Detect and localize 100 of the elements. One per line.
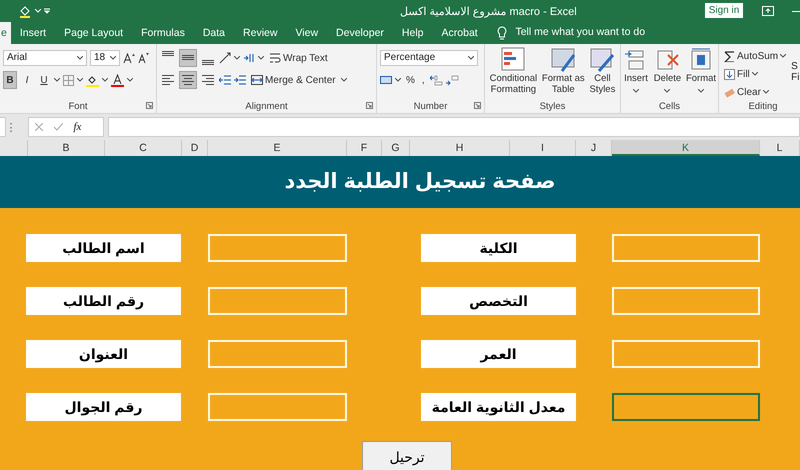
- bold-button[interactable]: B: [3, 71, 17, 89]
- number-format-field[interactable]: Percentage: [380, 50, 478, 66]
- text-direction-icon[interactable]: [243, 53, 255, 63]
- eraser-icon: [724, 86, 735, 98]
- table-style-icon: [550, 47, 576, 73]
- group-label: Editing: [748, 101, 778, 113]
- caret-icon: [698, 89, 704, 93]
- caret-icon[interactable]: [102, 78, 108, 82]
- conditional-formatting-icon: [500, 47, 526, 73]
- field-label: رقم الجوال: [26, 393, 181, 421]
- ribbon-tab[interactable]: e: [0, 22, 11, 44]
- decrease-font-icon[interactable]: [138, 52, 150, 64]
- wrap-text-icon: [269, 52, 281, 64]
- wrap-text-button[interactable]: Wrap Text: [267, 49, 330, 67]
- format-as-table-button[interactable]: Format as Table: [540, 47, 586, 100]
- group-label: Number: [414, 100, 448, 112]
- minimize-icon[interactable]: [792, 11, 800, 13]
- caret-icon: [632, 89, 639, 93]
- dialog-launcher-icon[interactable]: [146, 102, 153, 109]
- underline-button[interactable]: U: [37, 71, 51, 89]
- decrease-indent-icon[interactable]: [219, 74, 231, 86]
- paint-bucket-icon[interactable]: [18, 4, 32, 18]
- caret-icon[interactable]: [468, 56, 474, 60]
- caret-icon: [664, 89, 670, 93]
- formula-input[interactable]: [108, 117, 800, 137]
- window-title: مشروع الاسلامية اكسل macro - Excel: [400, 5, 577, 20]
- fill-down-icon: [724, 68, 735, 80]
- ribbon-tab[interactable]: View: [286, 22, 328, 44]
- align-center-button[interactable]: [179, 71, 197, 89]
- caret-icon: [762, 90, 769, 94]
- group-label: Font: [68, 100, 88, 112]
- cell-styles-button[interactable]: Cell Styles: [588, 47, 616, 100]
- increase-indent-icon[interactable]: [234, 74, 246, 86]
- caret-icon[interactable]: [127, 78, 133, 82]
- caret-icon: [780, 54, 786, 58]
- sign-in-button[interactable]: Sign in: [705, 3, 743, 18]
- ribbon-tab[interactable]: Insert: [10, 22, 56, 44]
- customize-icon[interactable]: [44, 8, 50, 14]
- ribbon-display-icon[interactable]: [762, 6, 774, 16]
- ribbon-tab[interactable]: Acrobat: [432, 22, 487, 44]
- sort-filter-button[interactable]: S: [791, 61, 798, 72]
- format-cells-button[interactable]: Format: [684, 47, 718, 100]
- group-label: Cells: [658, 100, 680, 112]
- insert-cells-button[interactable]: Insert: [622, 47, 650, 100]
- ribbon-tab[interactable]: Page Layout: [55, 22, 132, 44]
- currency-icon[interactable]: [380, 75, 392, 85]
- caret-icon[interactable]: [340, 78, 347, 82]
- dialog-launcher-icon[interactable]: [366, 102, 373, 109]
- input-field[interactable]: [612, 393, 760, 421]
- field-label: الكلية: [421, 234, 576, 262]
- caret-icon[interactable]: [234, 56, 240, 60]
- ribbon-tab[interactable]: Help: [392, 22, 433, 44]
- orientation-icon[interactable]: [219, 52, 231, 64]
- caret-icon[interactable]: [110, 56, 116, 60]
- dialog-launcher-icon[interactable]: [474, 102, 481, 109]
- cell-style-icon: [589, 47, 616, 73]
- fill-color-icon[interactable]: [86, 74, 99, 86]
- top-align-icon: [162, 51, 174, 57]
- lightbulb-icon[interactable]: [496, 26, 507, 40]
- merge-center-button[interactable]: Merge & Center: [249, 71, 338, 89]
- sigma-icon: [724, 50, 735, 62]
- group-label: Styles: [540, 100, 566, 112]
- autosum-button[interactable]: AutoSum: [722, 47, 788, 65]
- delete-cells-button[interactable]: Delete: [652, 47, 682, 100]
- insert-function-button[interactable]: fx: [74, 118, 82, 136]
- field-label: العنوان: [26, 340, 181, 368]
- caret-icon: [752, 72, 758, 76]
- increase-font-icon[interactable]: [123, 52, 135, 64]
- ribbon-tab[interactable]: Data: [194, 22, 234, 44]
- fill-button[interactable]: Fill: [722, 65, 788, 83]
- increase-decimal-icon[interactable]: [430, 74, 443, 86]
- percent-button[interactable]: %: [404, 71, 417, 89]
- sort-filter-button[interactable]: Fi: [791, 72, 800, 83]
- tell-me-text[interactable]: Tell me what you want to do: [515, 25, 646, 41]
- ribbon-tab[interactable]: Review: [234, 22, 286, 44]
- font-size-field[interactable]: 18: [90, 50, 120, 66]
- align-center-icon: [182, 74, 194, 86]
- column-header[interactable]: K: [612, 140, 760, 156]
- middle-align-button[interactable]: [179, 49, 197, 67]
- font-color-icon[interactable]: [111, 74, 124, 86]
- ribbon-tab[interactable]: Developer: [327, 22, 393, 44]
- caret-icon[interactable]: [395, 78, 401, 82]
- field-label: معدل الثانوية العامة: [421, 393, 576, 421]
- caret-icon[interactable]: [54, 78, 60, 82]
- field-label: اسم الطالب: [26, 234, 181, 262]
- conditional-formatting-button[interactable]: Conditional Formatting: [488, 47, 538, 100]
- font-name-field[interactable]: Arial: [3, 50, 87, 66]
- post-button[interactable]: ترحيل: [362, 441, 452, 470]
- ribbon-tab[interactable]: Formulas: [132, 22, 194, 44]
- form-title: صفحة تسجيل الطلبة الجدد: [284, 169, 556, 196]
- caret-icon[interactable]: [258, 56, 264, 60]
- italic-button[interactable]: I: [20, 71, 34, 89]
- field-label: التخصص: [421, 287, 576, 315]
- align-left-icon: [162, 74, 174, 86]
- comma-button[interactable]: ,: [420, 71, 427, 89]
- caret-icon[interactable]: [77, 78, 83, 82]
- caret-icon[interactable]: [77, 56, 83, 60]
- decrease-decimal-icon[interactable]: [446, 74, 459, 86]
- group-label: Alignment: [245, 100, 288, 112]
- clear-button[interactable]: Clear: [722, 83, 788, 101]
